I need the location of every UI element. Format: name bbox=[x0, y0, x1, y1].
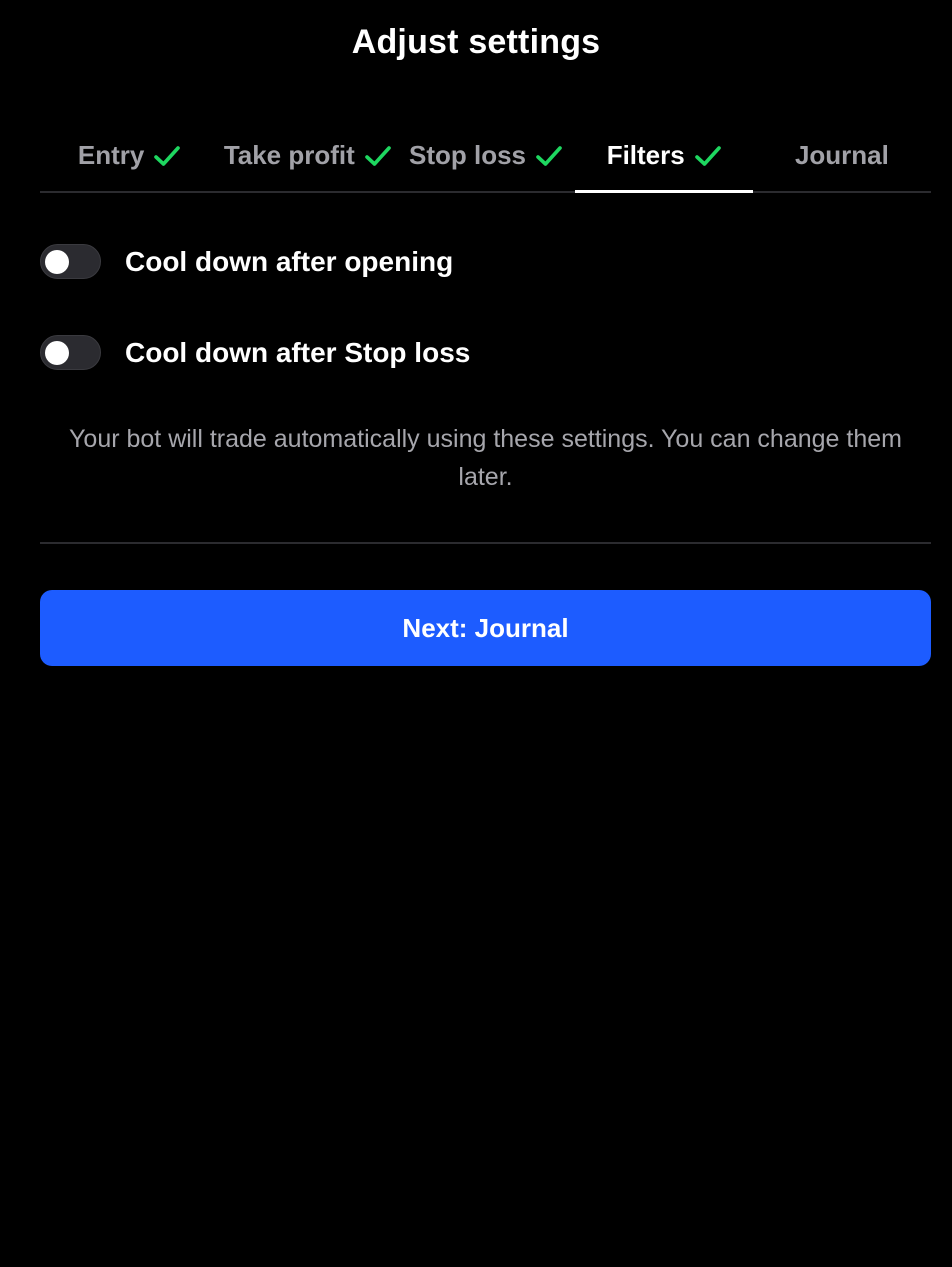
tab-label: Take profit bbox=[223, 140, 355, 170]
check-icon bbox=[694, 145, 721, 167]
settings-page: Adjust settings Entry Take profit Stop l… bbox=[0, 0, 952, 1267]
cooldown-after-opening-toggle[interactable] bbox=[40, 244, 101, 279]
cooldown-after-stop-loss-row: Cool down after Stop loss bbox=[40, 335, 470, 370]
check-icon bbox=[154, 145, 181, 167]
toggle-knob bbox=[45, 341, 69, 365]
toggle-knob bbox=[45, 250, 69, 274]
tab-label: Stop loss bbox=[409, 140, 527, 170]
next-journal-button[interactable]: Next: Journal bbox=[40, 590, 931, 666]
tab-label: Journal bbox=[794, 140, 889, 170]
tab-entry[interactable]: Entry bbox=[40, 120, 218, 191]
info-text: Your bot will trade automatically using … bbox=[69, 425, 902, 491]
tab-stop-loss[interactable]: Stop loss bbox=[396, 120, 574, 191]
cooldown-after-opening-row: Cool down after opening bbox=[40, 244, 453, 279]
cooldown-after-opening-label: Cool down after opening bbox=[125, 246, 454, 277]
tab-take-profit[interactable]: Take profit bbox=[218, 120, 396, 191]
cooldown-after-stop-loss-toggle[interactable] bbox=[40, 335, 101, 370]
tab-journal[interactable]: Journal bbox=[753, 120, 931, 191]
tab-label: Entry bbox=[77, 140, 145, 170]
divider bbox=[40, 542, 931, 544]
tab-filters[interactable]: Filters bbox=[574, 120, 754, 193]
page-title: Adjust settings bbox=[351, 23, 601, 61]
check-icon bbox=[536, 145, 562, 167]
cooldown-after-stop-loss-label: Cool down after Stop loss bbox=[125, 337, 471, 368]
check-icon bbox=[364, 145, 391, 167]
settings-tabs: Entry Take profit Stop loss Filters Jour… bbox=[40, 120, 931, 193]
tab-label: Filters bbox=[606, 140, 685, 170]
